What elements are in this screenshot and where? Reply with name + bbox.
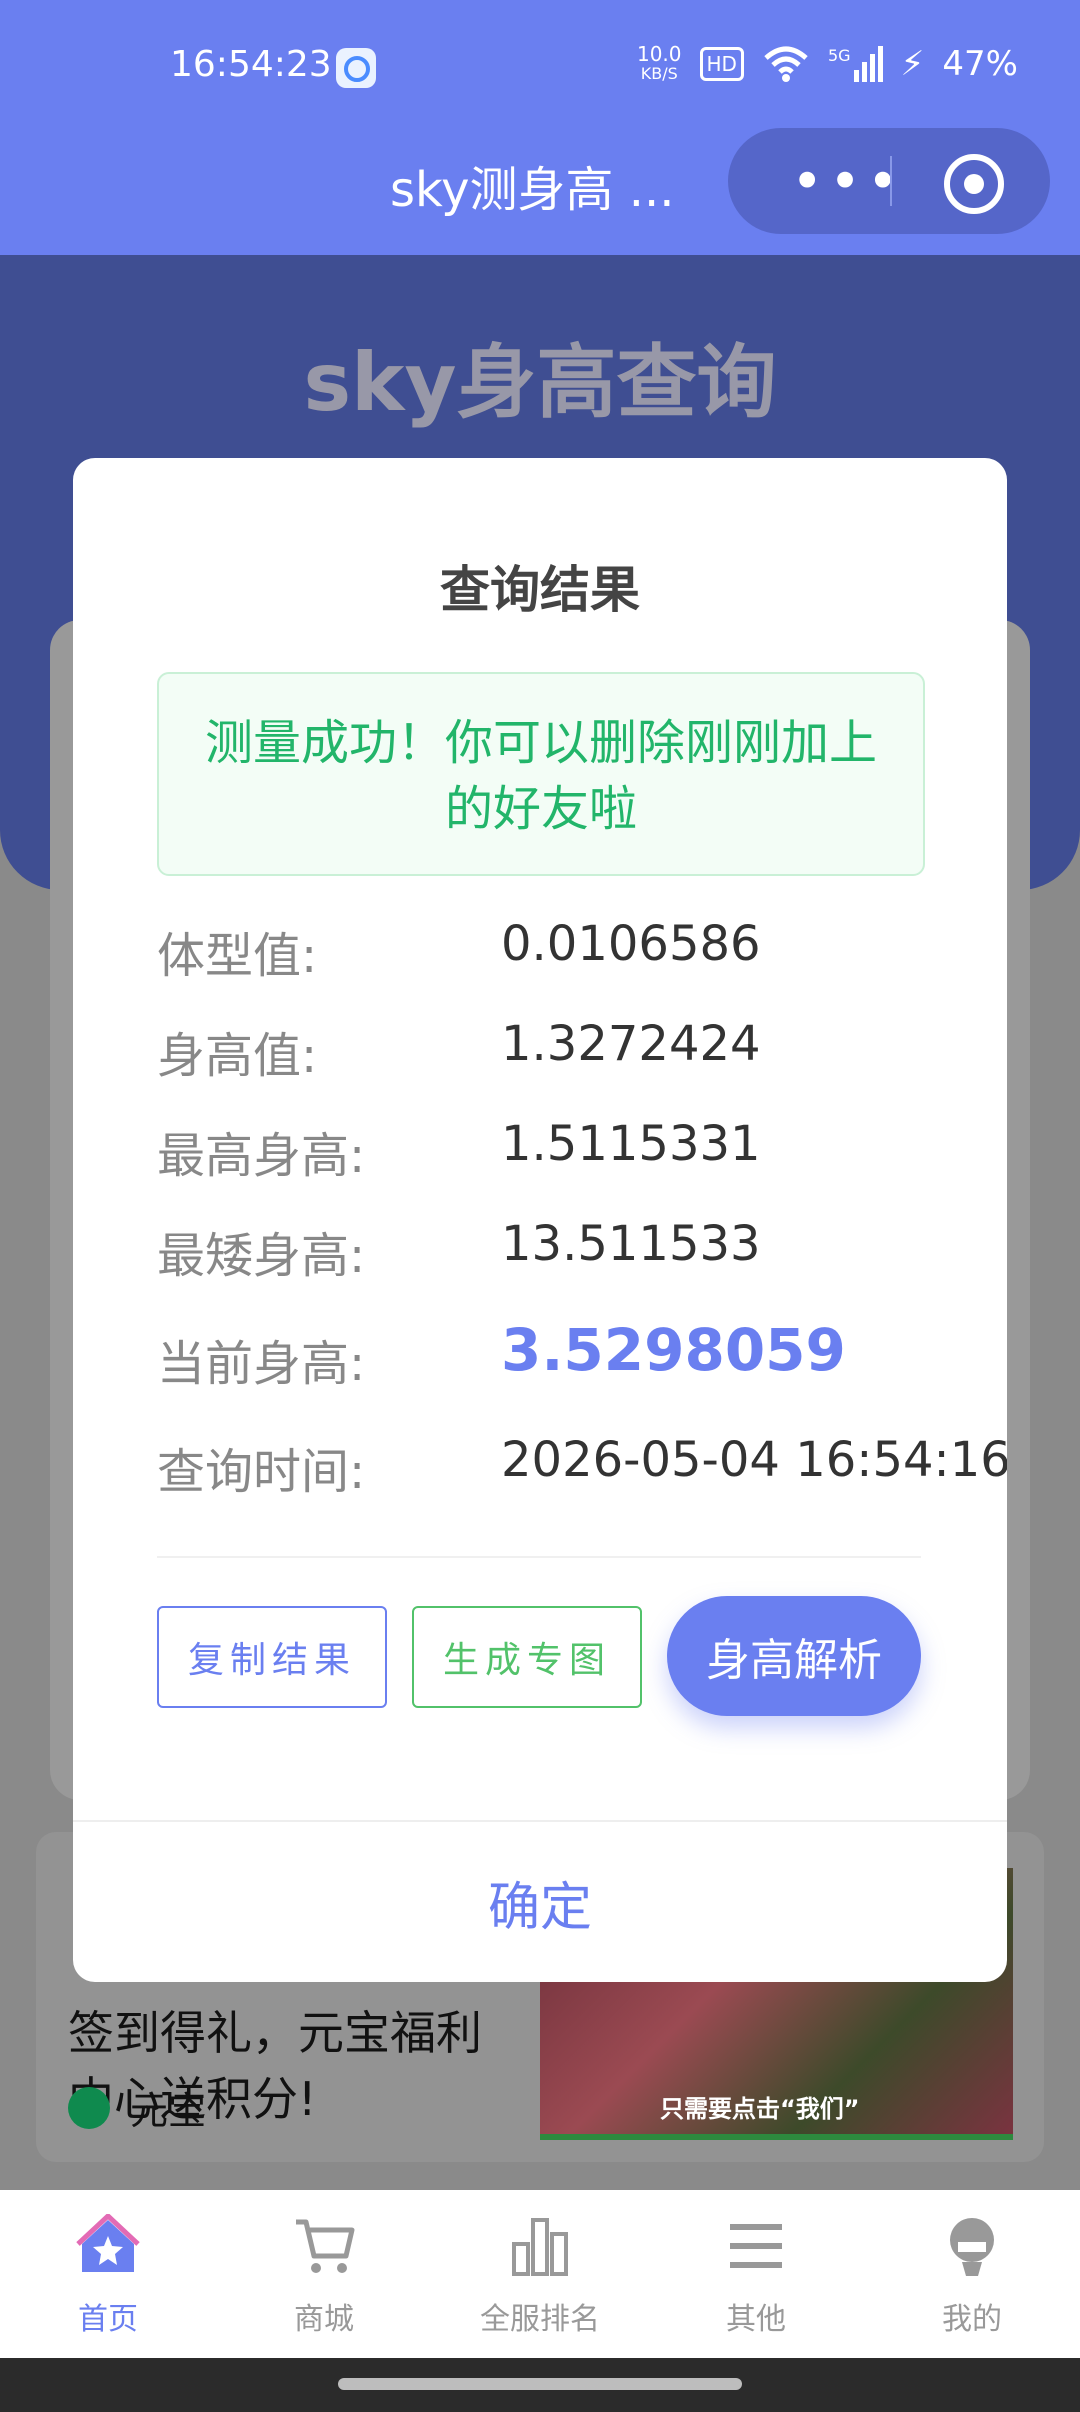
tab-label: 其他 <box>726 2302 786 2337</box>
generate-image-button[interactable]: 生成专图 <box>412 1606 642 1708</box>
row-value: 1.3272424 <box>501 1016 761 1072</box>
net-speed: 10.0 KB/S <box>636 42 682 83</box>
row-value: 2026-05-04 16:54:16 <box>501 1432 1007 1488</box>
menu-icon <box>730 2224 782 2268</box>
hd-badge: HD <box>699 47 744 81</box>
row-label: 当前身高: <box>157 1336 366 1392</box>
row-value: 1.5115331 <box>501 1116 761 1172</box>
ad-brand-name: 元宝 <box>130 2089 207 2133</box>
signal-icon: 5G <box>828 46 883 82</box>
battery-level: 47% <box>942 44 1018 84</box>
status-time: 16:54:23 <box>170 44 332 85</box>
tab-label: 首页 <box>78 2302 138 2337</box>
ad-brand[interactable]: 元宝 <box>68 2080 206 2135</box>
result-row-height-value: 身高值: 1.3272424 <box>157 1016 957 1096</box>
confirm-button[interactable]: 确定 <box>73 1822 1007 1982</box>
result-row-max-height: 最高身高: 1.5115331 <box>157 1116 957 1196</box>
result-row-current-height: 当前身高: 3.5298059 <box>157 1316 957 1404</box>
divider <box>157 1556 921 1558</box>
height-analysis-button[interactable]: 身高解析 <box>667 1596 921 1716</box>
query-result-dialog: 查询结果 测量成功！你可以删除刚刚加上的好友啦 体型值: 0.0106586 身… <box>73 458 1007 1982</box>
copy-result-button[interactable]: 复制结果 <box>157 1606 387 1708</box>
app-notification-icon <box>336 48 376 88</box>
tab-mall[interactable]: 商城 <box>216 2206 432 2338</box>
page-title: sky测身高 ... <box>390 162 675 218</box>
hero-title: sky身高查询 <box>303 336 777 429</box>
result-row-body-type: 体型值: 0.0106586 <box>157 916 957 996</box>
cart-icon <box>296 2219 355 2273</box>
wifi-icon <box>764 46 808 82</box>
capsule-divider <box>890 156 892 206</box>
charging-icon: ⚡ <box>900 44 925 84</box>
tab-label: 商城 <box>294 2302 354 2337</box>
ad-image-caption: 只需要点击“我们” <box>660 2095 860 2123</box>
row-value: 0.0106586 <box>501 916 761 972</box>
row-label: 身高值: <box>157 1028 318 1084</box>
dialog-title: 查询结果 <box>440 561 640 619</box>
close-mini-program-icon[interactable] <box>944 154 1004 214</box>
tab-mine[interactable]: 我的 <box>864 2206 1080 2338</box>
status-bar: 16:54:23 10.0 KB/S HD 5G ⚡ 47% <box>0 0 1080 130</box>
row-label: 最高身高: <box>157 1128 366 1184</box>
success-banner: 测量成功！你可以删除刚刚加上的好友啦 <box>157 672 925 876</box>
home-indicator[interactable] <box>338 2378 742 2390</box>
current-height-value: 3.5298059 <box>501 1316 846 1384</box>
tab-other[interactable]: 其他 <box>648 2206 864 2338</box>
status-indicators: 10.0 KB/S HD 5G ⚡ 47% <box>637 44 1018 84</box>
tab-label: 全服排名 <box>480 2302 600 2337</box>
user-icon <box>950 2218 994 2276</box>
row-value: 13.511533 <box>501 1216 761 1272</box>
bar-chart-icon <box>512 2218 568 2276</box>
capsule-menu: ••• <box>728 128 1050 234</box>
more-options-icon[interactable]: ••• <box>768 128 928 234</box>
row-label: 体型值: <box>157 928 318 984</box>
yuanbao-logo-icon <box>68 2086 110 2129</box>
success-message: 测量成功！你可以删除刚刚加上的好友啦 <box>204 715 877 837</box>
tab-home[interactable]: 首页 <box>0 2206 216 2338</box>
home-star-icon <box>76 2212 140 2272</box>
row-label: 最矮身高: <box>157 1228 366 1284</box>
row-label: 查询时间: <box>157 1444 366 1500</box>
result-row-min-height: 最矮身高: 13.511533 <box>157 1216 957 1296</box>
result-row-query-time: 查询时间: 2026-05-04 16:54:16 <box>157 1432 1007 1512</box>
tab-label: 我的 <box>942 2302 1002 2337</box>
tab-ranking[interactable]: 全服排名 <box>432 2206 648 2338</box>
